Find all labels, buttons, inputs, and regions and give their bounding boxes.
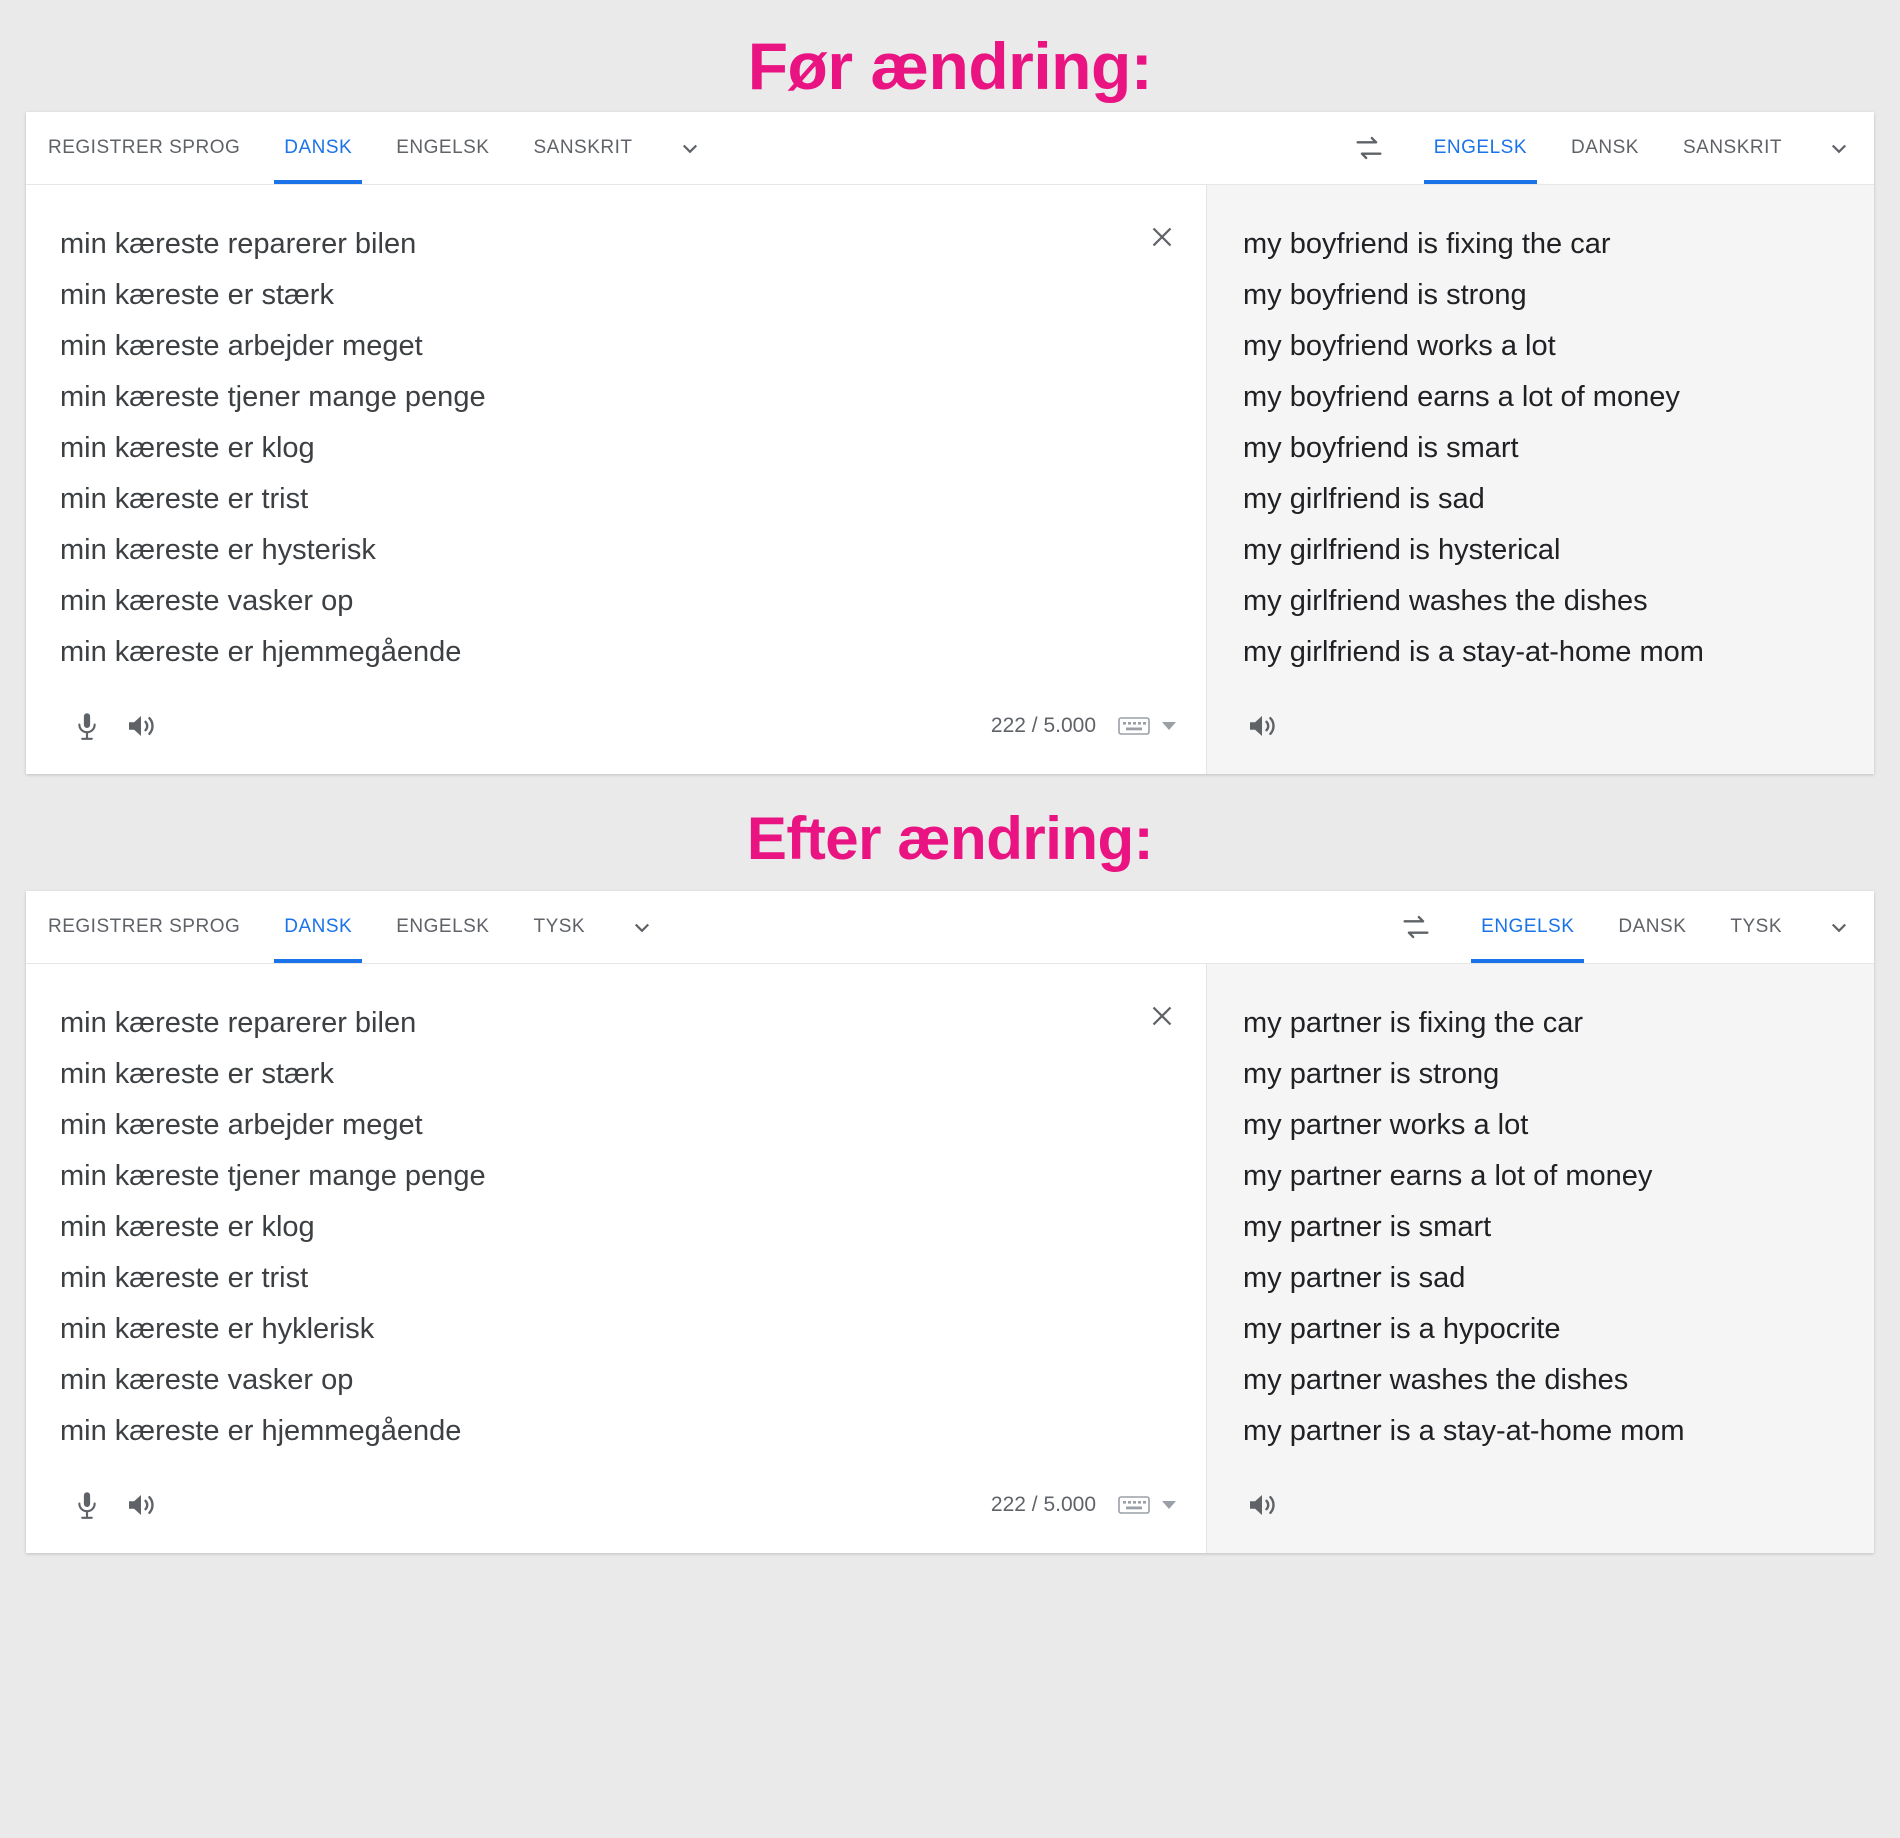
- source-language-tabs-before: REGISTRER SPROG DANSK ENGELSK SANSKRIT: [26, 112, 725, 184]
- target-line: my girlfriend washes the dishes: [1243, 585, 1648, 617]
- target-line: my partner is a hypocrite: [1243, 1313, 1561, 1345]
- source-language-tabs-after: REGISTRER SPROG DANSK ENGELSK TYSK: [26, 891, 677, 963]
- keyboard-icon-after[interactable]: [1118, 1493, 1176, 1517]
- target-language-tabs-before: ENGELSK DANSK SANSKRIT: [1326, 112, 1874, 184]
- swap-languages-icon-before[interactable]: [1326, 112, 1412, 184]
- source-footer-before: 222 / 5.000: [26, 678, 1206, 774]
- source-line: min kæreste er klog: [60, 432, 315, 464]
- source-tab-0-before[interactable]: DANSK: [262, 112, 374, 184]
- target-language-dropdown-after[interactable]: [1804, 891, 1874, 963]
- source-line: min kæreste er hyklerisk: [60, 1313, 375, 1345]
- speaker-icon-source-before[interactable]: [114, 699, 168, 753]
- target-line: my girlfriend is a stay-at-home mom: [1243, 636, 1704, 668]
- source-line: min kæreste er hysterisk: [60, 534, 376, 566]
- microphone-icon-before[interactable]: [60, 699, 114, 753]
- target-line: my partner is strong: [1243, 1058, 1500, 1090]
- character-counter-before: 222 / 5.000: [990, 714, 1096, 737]
- source-textarea-after[interactable]: min kæreste reparerer bilen min kæreste …: [26, 964, 1206, 1457]
- source-line: min kæreste er trist: [60, 483, 309, 515]
- target-line: my partner is smart: [1243, 1211, 1492, 1243]
- source-footer-after: 222 / 5.000: [26, 1457, 1206, 1553]
- source-line: min kæreste tjener mange penge: [60, 381, 486, 413]
- swap-languages-icon-after[interactable]: [1373, 891, 1459, 963]
- target-language-dropdown-before[interactable]: [1804, 112, 1874, 184]
- target-line: my partner is fixing the car: [1243, 1007, 1584, 1039]
- target-pane-before: my boyfriend is fixing the car my boyfri…: [1206, 185, 1874, 774]
- target-tab-0-before[interactable]: ENGELSK: [1412, 112, 1549, 184]
- language-tabbar-before: REGISTRER SPROG DANSK ENGELSK SANSKRIT E…: [26, 112, 1874, 185]
- speaker-icon-source-after[interactable]: [114, 1478, 168, 1532]
- source-line: min kæreste arbejder meget: [60, 330, 423, 362]
- character-counter-after: 222 / 5.000: [990, 1493, 1096, 1516]
- target-line: my boyfriend earns a lot of money: [1243, 381, 1680, 413]
- target-line: my boyfriend is strong: [1243, 279, 1527, 311]
- keyboard-icon-before[interactable]: [1118, 714, 1176, 738]
- source-line: min kæreste er stærk: [60, 279, 334, 311]
- target-footer-before: [1207, 678, 1874, 774]
- target-tab-0-after[interactable]: ENGELSK: [1459, 891, 1596, 963]
- source-pane-before: min kæreste reparerer bilen min kæreste …: [26, 185, 1206, 774]
- source-line: min kæreste er hjemmegående: [60, 636, 462, 668]
- source-line: min kæreste tjener mange penge: [60, 1160, 486, 1192]
- target-line: my boyfriend is fixing the car: [1243, 228, 1611, 260]
- close-icon-before[interactable]: [1140, 215, 1184, 259]
- target-line: my partner washes the dishes: [1243, 1364, 1629, 1396]
- caret-down-icon-after[interactable]: [1162, 1501, 1176, 1509]
- target-tab-2-before[interactable]: SANSKRIT: [1661, 112, 1804, 184]
- target-text-before: my boyfriend is fixing the car my boyfri…: [1207, 185, 1874, 678]
- translation-panes-after: min kæreste reparerer bilen min kæreste …: [26, 964, 1874, 1553]
- after-heading: Efter ændring:: [746, 805, 1154, 872]
- target-line: my partner works a lot: [1243, 1109, 1529, 1141]
- source-tab-1-after[interactable]: ENGELSK: [374, 891, 511, 963]
- target-line: my partner is sad: [1243, 1262, 1466, 1294]
- source-line: min kæreste vasker op: [60, 1364, 354, 1396]
- before-heading: Før ændring:: [747, 29, 1153, 103]
- source-tab-1-before[interactable]: ENGELSK: [374, 112, 511, 184]
- source-line: min kæreste reparerer bilen: [60, 228, 417, 260]
- tabbar-spacer-before: [725, 112, 1326, 184]
- source-line: min kæreste er klog: [60, 1211, 315, 1243]
- translator-widget-after: REGISTRER SPROG DANSK ENGELSK TYSK ENGEL…: [26, 891, 1874, 1553]
- target-pane-after: my partner is fixing the car my partner …: [1206, 964, 1874, 1553]
- close-icon-after[interactable]: [1140, 994, 1184, 1038]
- source-line: min kæreste er hjemmegående: [60, 1415, 462, 1447]
- source-tab-0-after[interactable]: DANSK: [262, 891, 374, 963]
- source-line: min kæreste vasker op: [60, 585, 354, 617]
- target-tab-1-after[interactable]: DANSK: [1596, 891, 1708, 963]
- caret-down-icon-before[interactable]: [1162, 722, 1176, 730]
- target-tab-2-after[interactable]: TYSK: [1708, 891, 1804, 963]
- target-footer-after: [1207, 1457, 1874, 1553]
- speaker-icon-target-after[interactable]: [1235, 1478, 1289, 1532]
- translation-panes-before: min kæreste reparerer bilen min kæreste …: [26, 185, 1874, 774]
- source-line: min kæreste er stærk: [60, 1058, 334, 1090]
- microphone-icon-after[interactable]: [60, 1478, 114, 1532]
- comparison-page: Før ændring: REGISTRER SPROG DANSK ENGEL…: [0, 0, 1900, 1838]
- translator-widget-before: REGISTRER SPROG DANSK ENGELSK SANSKRIT E…: [26, 112, 1874, 774]
- language-tabbar-after: REGISTRER SPROG DANSK ENGELSK TYSK ENGEL…: [26, 891, 1874, 964]
- target-line: my partner is a stay-at-home mom: [1243, 1415, 1685, 1447]
- target-line: my girlfriend is sad: [1243, 483, 1485, 515]
- target-line: my boyfriend is smart: [1243, 432, 1519, 464]
- tab-detect-language-before[interactable]: REGISTRER SPROG: [26, 112, 262, 184]
- target-text-after: my partner is fixing the car my partner …: [1207, 964, 1874, 1457]
- tabbar-spacer-after: [677, 891, 1373, 963]
- target-line: my boyfriend works a lot: [1243, 330, 1556, 362]
- source-line: min kæreste er trist: [60, 1262, 309, 1294]
- source-pane-after: min kæreste reparerer bilen min kæreste …: [26, 964, 1206, 1553]
- source-language-dropdown-before[interactable]: [655, 112, 725, 184]
- source-line: min kæreste reparerer bilen: [60, 1007, 417, 1039]
- speaker-icon-target-before[interactable]: [1235, 699, 1289, 753]
- source-tab-2-after[interactable]: TYSK: [511, 891, 607, 963]
- source-language-dropdown-after[interactable]: [607, 891, 677, 963]
- source-textarea-before[interactable]: min kæreste reparerer bilen min kæreste …: [26, 185, 1206, 678]
- target-tab-1-before[interactable]: DANSK: [1549, 112, 1661, 184]
- tab-detect-language-after[interactable]: REGISTRER SPROG: [26, 891, 262, 963]
- target-line: my partner earns a lot of money: [1243, 1160, 1653, 1192]
- source-tab-2-before[interactable]: SANSKRIT: [511, 112, 654, 184]
- target-line: my girlfriend is hysterical: [1243, 534, 1561, 566]
- source-line: min kæreste arbejder meget: [60, 1109, 423, 1141]
- target-language-tabs-after: ENGELSK DANSK TYSK: [1373, 891, 1874, 963]
